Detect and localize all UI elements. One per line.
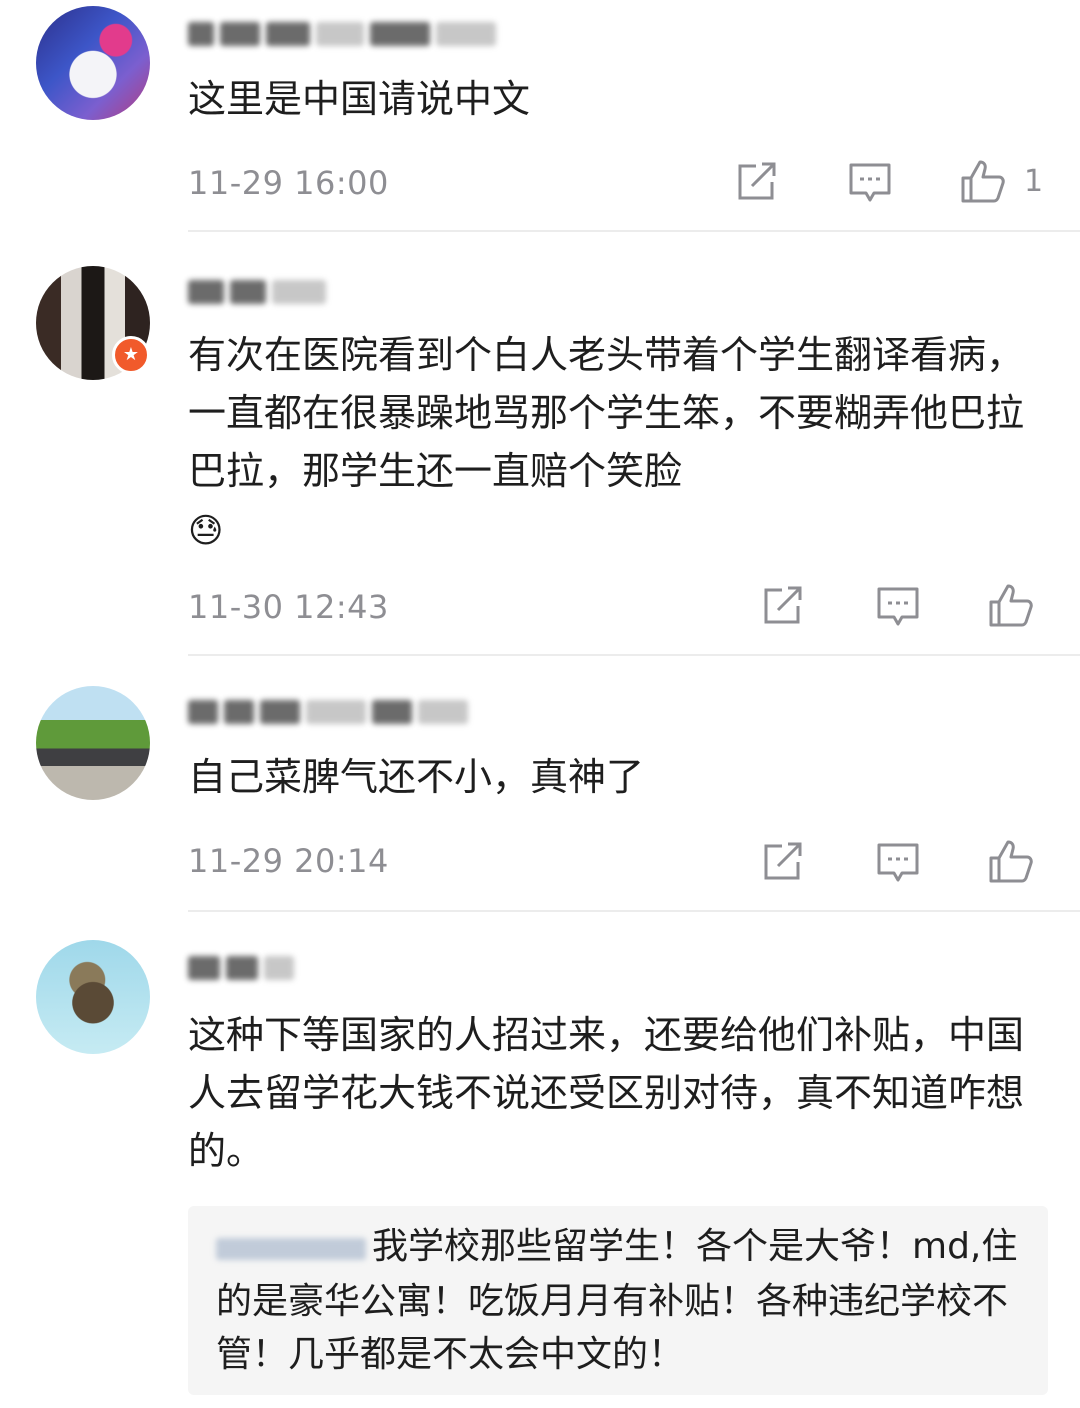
comment-timestamp: 11-30 12:43 <box>188 588 389 626</box>
quoted-reply[interactable]: 我学校那些留学生！各个是大爷！md,住的是豪华公寓！吃饭月月有补贴！各种违纪学校… <box>188 1206 1048 1395</box>
comment-item: 自己菜脾气还不小，真神了 11-29 20:14 <box>0 656 1080 912</box>
comment-text: 这里是中国请说中文 <box>188 77 531 121</box>
comment-button[interactable] <box>876 842 920 884</box>
username-blurred[interactable] <box>188 696 468 728</box>
username-blurred[interactable] <box>188 276 326 308</box>
thumbs-up-icon <box>989 584 1033 627</box>
avatar[interactable] <box>36 6 150 120</box>
comment-timestamp: 11-29 16:00 <box>188 164 389 202</box>
comment-icon <box>877 843 919 882</box>
star-badge-icon: ★ <box>112 336 150 374</box>
repost-icon <box>764 842 802 880</box>
comment-timestamp: 11-29 20:14 <box>188 842 389 880</box>
repost-icon <box>738 162 776 200</box>
comment-item: ★ 有次在医院看到个白人老头带着个学生翻译看病，一直都在很暴躁地骂那个学生笨，不… <box>0 232 1080 656</box>
comment-text: 自己菜脾气还不小，真神了 <box>188 755 645 799</box>
comment-button[interactable] <box>876 586 920 628</box>
reply-author-blurred[interactable] <box>216 1222 366 1275</box>
thumbs-up-icon <box>961 160 1005 203</box>
like-button[interactable] <box>988 582 1052 628</box>
comment-item: 这里是中国请说中文 11-29 16:00 1 <box>0 0 1080 232</box>
like-button[interactable]: 1 <box>960 158 1043 204</box>
repost-icon <box>764 586 802 624</box>
comment-icon <box>849 163 891 202</box>
like-count: 1 <box>1024 163 1044 199</box>
comment-item: 这种下等国家的人招过来，还要给他们补贴，中国人去留学花大钱不说还受区别对待，真不… <box>0 912 1080 1408</box>
avatar[interactable] <box>36 686 150 800</box>
thumbs-up-icon <box>989 840 1033 883</box>
comment-button[interactable] <box>848 162 892 204</box>
comment-icon <box>877 587 919 626</box>
comment-text: 有次在医院看到个白人老头带着个学生翻译看病，一直都在很暴躁地骂那个学生笨，不要糊… <box>188 326 1048 560</box>
comment-text: 这种下等国家的人招过来，还要给他们补贴，中国人去留学花大钱不说还受区别对待，真不… <box>188 1013 1025 1173</box>
like-button[interactable] <box>988 838 1052 884</box>
emoji-sweat: 😓 <box>188 511 224 551</box>
repost-button[interactable] <box>762 586 804 626</box>
repost-button[interactable] <box>762 842 804 882</box>
comment-text-body: 有次在医院看到个白人老头带着个学生翻译看病，一直都在很暴躁地骂那个学生笨，不要糊… <box>188 333 1025 493</box>
repost-button[interactable] <box>736 162 778 202</box>
username-blurred[interactable] <box>188 952 294 984</box>
username-blurred[interactable] <box>188 18 496 50</box>
avatar[interactable] <box>36 940 150 1054</box>
